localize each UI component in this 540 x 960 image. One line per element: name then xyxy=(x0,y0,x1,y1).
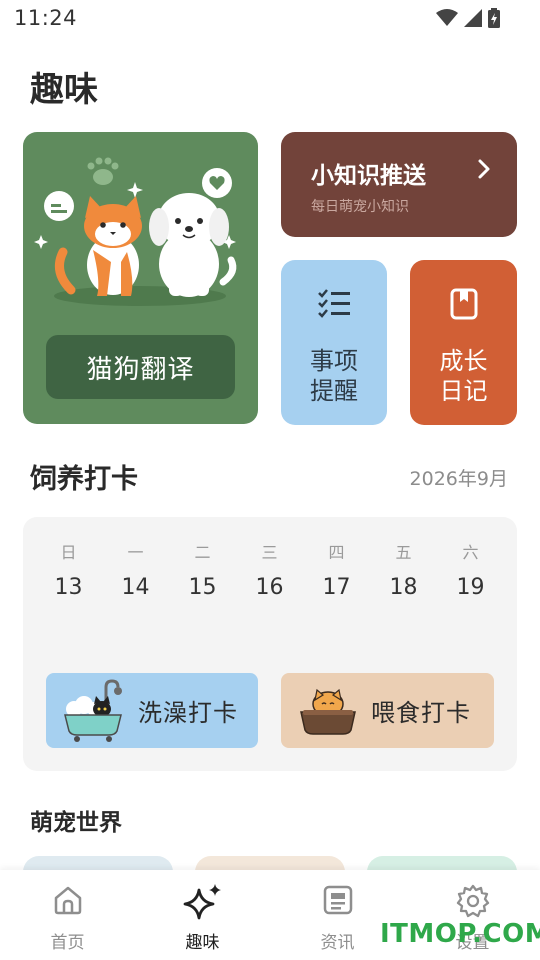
pet-tips-card[interactable]: 小知识推送 每日萌宠小知识 xyxy=(281,132,517,237)
week-row: 日 13 一 14 二 15 三 16 四 17 五 18 六 19 xyxy=(23,539,517,600)
wifi-icon xyxy=(436,9,458,26)
food-bowl-icon xyxy=(300,688,356,735)
home-icon xyxy=(54,886,81,915)
notebook-icon xyxy=(450,288,477,320)
day-item[interactable]: 四 17 xyxy=(303,539,370,600)
tips-subtitle: 每日萌宠小知识 xyxy=(311,199,409,215)
bathtub-cat-icon xyxy=(64,678,122,742)
bath-checkin-button[interactable]: 洗澡打卡 xyxy=(46,673,258,748)
nav-home-label: 首页 xyxy=(50,933,85,953)
chevron-right-icon xyxy=(478,159,490,179)
page-title: 趣味 xyxy=(30,70,98,110)
day-item[interactable]: 五 18 xyxy=(370,539,437,600)
cat-dog-illustration xyxy=(34,157,237,306)
nav-fun[interactable]: 趣味 xyxy=(135,870,270,960)
checklist-icon xyxy=(318,289,350,318)
gear-icon xyxy=(456,884,489,918)
tips-title: 小知识推送 xyxy=(311,163,426,189)
day-item[interactable]: 三 16 xyxy=(236,539,303,600)
status-icons xyxy=(436,8,500,28)
pet-world-title: 萌宠世界 xyxy=(30,810,122,836)
signal-icon xyxy=(464,9,482,27)
day-item[interactable]: 六 19 xyxy=(437,539,504,600)
nav-home[interactable]: 首页 xyxy=(0,870,135,960)
status-time: 11:24 xyxy=(14,6,78,30)
growth-diary-card[interactable]: 成长 日记 xyxy=(410,260,517,425)
pet-translate-button[interactable]: 猫狗翻译 xyxy=(46,335,235,399)
chat-bubble-icon xyxy=(44,191,74,221)
feeding-panel: 日13 一14 二15 三16 四17 五18 六19 洗澡打卡 xyxy=(23,517,517,771)
day-item[interactable]: 日 13 xyxy=(35,539,102,600)
battery-icon xyxy=(488,8,500,28)
feed-checkin-label: 喂食打卡 xyxy=(371,699,471,727)
news-icon xyxy=(323,885,352,915)
diary-label: 成长 日记 xyxy=(439,347,488,405)
feed-checkin-button[interactable]: 喂食打卡 xyxy=(281,673,494,748)
bath-checkin-label: 洗澡打卡 xyxy=(138,699,238,727)
reminder-label: 事项 提醒 xyxy=(310,347,358,405)
heart-bubble-icon xyxy=(202,168,232,198)
day-item[interactable]: 二 15 xyxy=(169,539,236,600)
pet-translate-card[interactable]: 猫狗翻译 xyxy=(23,132,258,424)
feeding-month[interactable]: 2026年9月 xyxy=(410,464,508,491)
watermark: ITMOP.COM xyxy=(380,919,540,949)
nav-fun-label: 趣味 xyxy=(185,933,220,953)
sparkle-icon xyxy=(183,884,221,920)
status-bar: 11:24 xyxy=(0,0,540,38)
reminder-card[interactable]: 事项 提醒 xyxy=(281,260,387,425)
feeding-section-title: 饲养打卡 xyxy=(30,464,138,495)
day-item[interactable]: 一 14 xyxy=(102,539,169,600)
